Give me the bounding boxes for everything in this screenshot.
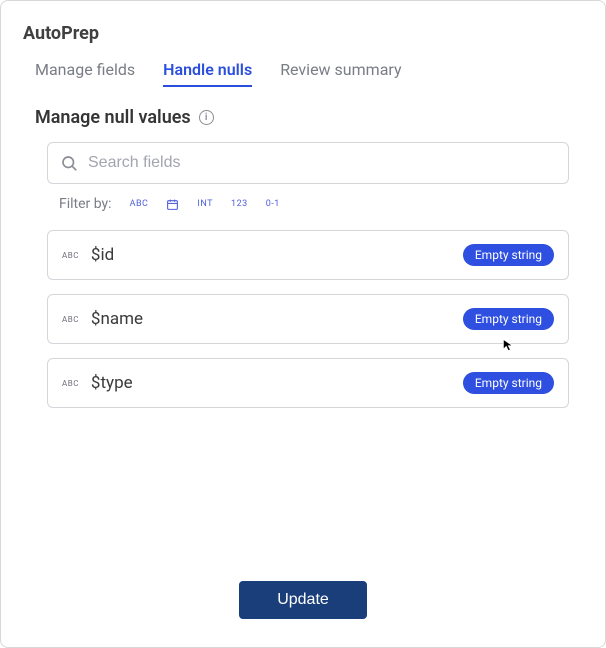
tab-manage-fields[interactable]: Manage fields: [35, 60, 135, 87]
null-handling-pill[interactable]: Empty string: [463, 244, 554, 266]
search-icon: [60, 154, 78, 172]
calendar-icon: [166, 198, 179, 211]
field-row[interactable]: ABC $type Empty string: [47, 358, 569, 408]
type-badge-abc: ABC: [62, 251, 79, 260]
info-icon[interactable]: i: [199, 110, 214, 125]
section-title: Manage null values: [35, 107, 191, 128]
filter-chip-date[interactable]: [166, 198, 179, 211]
update-button[interactable]: Update: [239, 581, 367, 619]
tab-handle-nulls[interactable]: Handle nulls: [163, 60, 252, 87]
search-box[interactable]: [47, 142, 569, 184]
field-row[interactable]: ABC $name Empty string: [47, 294, 569, 344]
search-input[interactable]: [88, 154, 556, 172]
null-handling-pill[interactable]: Empty string: [463, 372, 554, 394]
field-name: $type: [91, 373, 451, 393]
field-list: ABC $id Empty string ABC $name Empty str…: [17, 230, 589, 408]
field-name: $id: [91, 245, 451, 265]
autoprep-panel: AutoPrep Manage fields Handle nulls Revi…: [0, 0, 606, 648]
filter-row: Filter by: ABC INT 123 0-1: [17, 196, 589, 212]
type-badge-abc: ABC: [62, 379, 79, 388]
filter-chip-abc[interactable]: ABC: [130, 199, 149, 209]
null-handling-pill[interactable]: Empty string: [463, 308, 554, 330]
field-row[interactable]: ABC $id Empty string: [47, 230, 569, 280]
filter-label: Filter by:: [59, 196, 112, 212]
type-badge-abc: ABC: [62, 315, 79, 324]
app-title: AutoPrep: [23, 23, 583, 44]
field-name: $name: [91, 309, 451, 329]
section-header: Manage null values i: [17, 107, 589, 128]
filter-chip-123[interactable]: 123: [231, 199, 248, 209]
tabs: Manage fields Handle nulls Review summar…: [17, 60, 589, 87]
tab-review-summary[interactable]: Review summary: [280, 60, 401, 87]
filter-chip-int[interactable]: INT: [197, 199, 213, 209]
update-bar: Update: [17, 581, 589, 629]
filter-chip-01[interactable]: 0-1: [266, 199, 280, 209]
